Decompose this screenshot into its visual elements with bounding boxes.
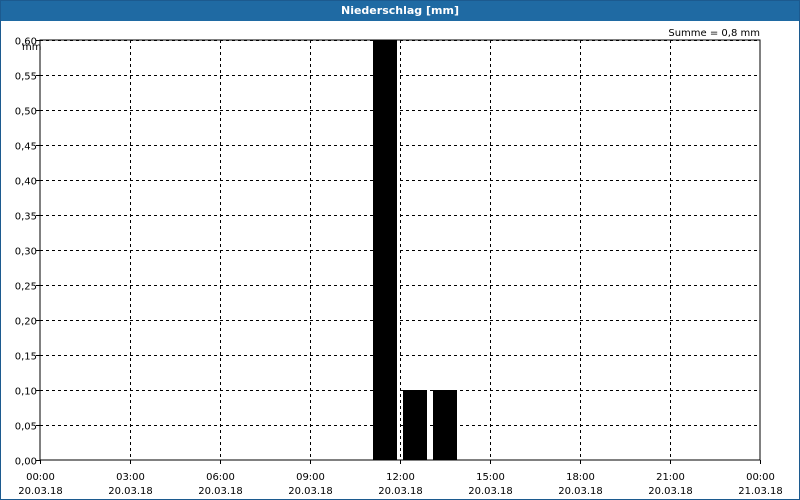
x-tick-time-label: 12:00 bbox=[386, 472, 415, 483]
y-axis-unit-label: mm bbox=[22, 42, 41, 53]
x-tick-date-label: 20.03.18 bbox=[18, 486, 63, 497]
y-tick-label: 0,50 bbox=[15, 107, 37, 118]
precipitation-bar bbox=[373, 40, 397, 460]
y-tick-label: 0,20 bbox=[15, 317, 37, 328]
x-tick-time-label: 09:00 bbox=[296, 472, 325, 483]
x-tick-date-label: 20.03.18 bbox=[198, 486, 243, 497]
x-tick-time-label: 00:00 bbox=[746, 472, 775, 483]
precipitation-bar bbox=[433, 390, 457, 460]
y-tick-label: 0,45 bbox=[15, 142, 37, 153]
sum-annotation: Summe = 0,8 mm bbox=[668, 28, 760, 39]
chart-canvas: 0,00 0,05 0,10 0,15 0,20 0,25 0,30 0,35 0,40 0,45… bbox=[15, 28, 783, 497]
y-tick-label: 0,35 bbox=[15, 212, 37, 223]
y-tick-label: 0,15 bbox=[15, 352, 37, 363]
x-tick-date-label: 20.03.18 bbox=[558, 486, 603, 497]
x-tick-date-label: 21.03.18 bbox=[738, 486, 783, 497]
x-tick-date-label: 20.03.18 bbox=[108, 486, 153, 497]
x-tick-time-label: 21:00 bbox=[656, 472, 685, 483]
y-tick-label: 0,00 bbox=[15, 457, 37, 468]
y-tick-label: 0,05 bbox=[15, 422, 37, 433]
y-tick-label: 0,10 bbox=[15, 387, 37, 398]
x-tick-date-label: 20.03.18 bbox=[288, 486, 333, 497]
x-tick-time-label: 18:00 bbox=[566, 472, 595, 483]
y-tick-label: 0,40 bbox=[15, 177, 37, 188]
x-tick-time-label: 00:00 bbox=[26, 472, 55, 483]
y-tick-label: 0,25 bbox=[15, 282, 37, 293]
x-tick-date-label: 20.03.18 bbox=[378, 486, 423, 497]
y-tick-label: 0,55 bbox=[15, 72, 37, 83]
x-tick-time-label: 15:00 bbox=[476, 472, 505, 483]
precipitation-bar bbox=[403, 390, 427, 460]
x-tick-time-label: 06:00 bbox=[206, 472, 235, 483]
x-tick-date-label: 20.03.18 bbox=[468, 486, 513, 497]
y-tick-label: 0,30 bbox=[15, 247, 37, 258]
x-tick-time-label: 03:00 bbox=[116, 472, 145, 483]
x-tick-date-label: 20.03.18 bbox=[648, 486, 693, 497]
